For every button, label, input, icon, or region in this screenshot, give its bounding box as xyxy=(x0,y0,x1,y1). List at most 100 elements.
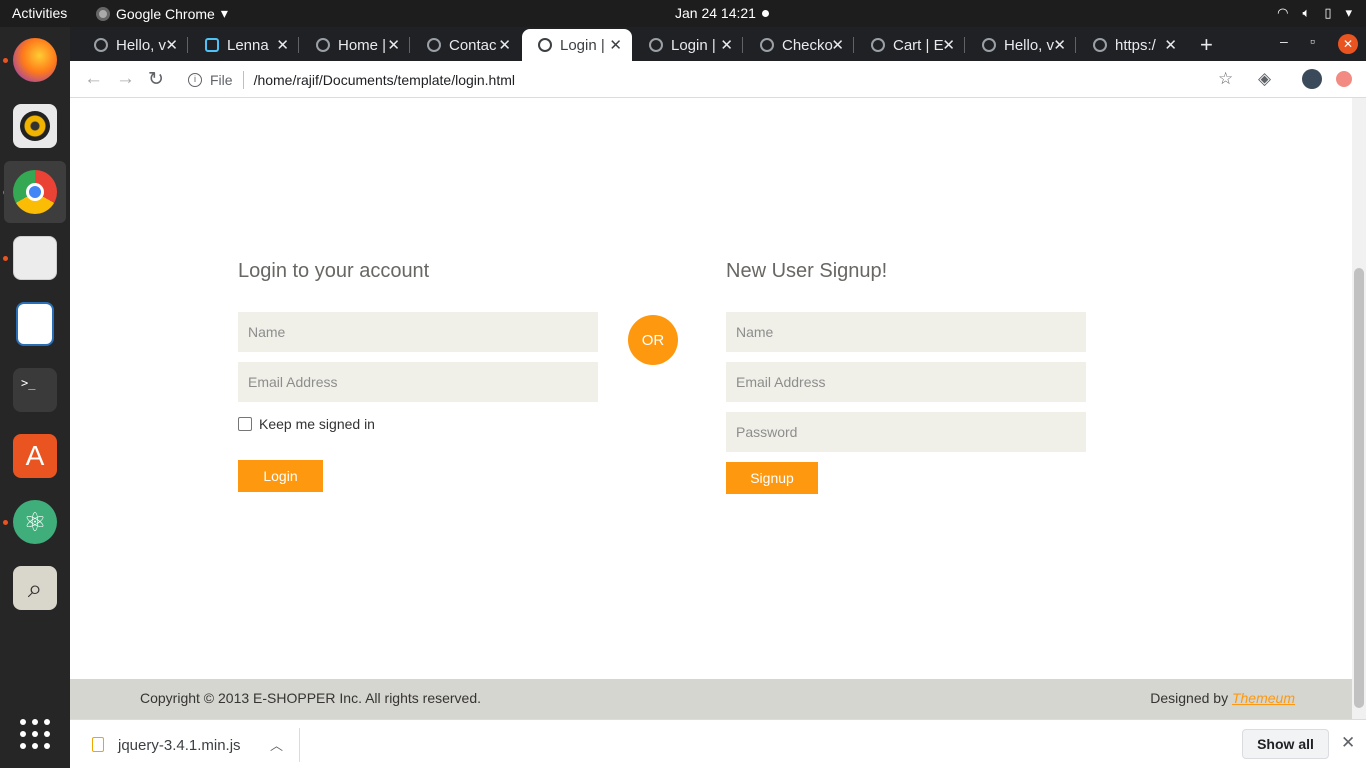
profile-avatar[interactable] xyxy=(1302,69,1322,89)
signup-email-input[interactable] xyxy=(726,362,1086,402)
browser-toolbar: ← → ↻ i File /home/rajif/Documents/templ… xyxy=(70,61,1366,98)
close-icon[interactable]: ✕ xyxy=(942,36,955,54)
writer-launcher[interactable] xyxy=(4,293,66,355)
globe-icon xyxy=(316,38,330,52)
close-icon[interactable]: ✕ xyxy=(1053,36,1066,54)
download-shelf: jquery-3.4.1.min.js ︿ Show all ✕ xyxy=(70,719,1366,768)
page-scrollbar[interactable] xyxy=(1352,98,1366,719)
close-icon[interactable]: ✕ xyxy=(276,36,289,54)
notification-dot-icon xyxy=(761,9,769,17)
close-icon[interactable]: ✕ xyxy=(165,36,178,54)
globe-icon xyxy=(760,38,774,52)
designed-by-label: Designed by xyxy=(1150,690,1232,706)
download-filename[interactable]: jquery-3.4.1.min.js xyxy=(118,737,241,754)
login-button[interactable]: Login xyxy=(238,460,323,492)
or-badge: OR xyxy=(628,315,678,365)
browser-tab[interactable]: https:/ ✕ xyxy=(1077,29,1187,61)
show-applications-button[interactable] xyxy=(4,703,66,765)
system-tray[interactable]: ◠ 🔈︎ ▯ ▾ xyxy=(1277,5,1352,21)
browser-tab[interactable]: Login | ✕ xyxy=(633,29,743,61)
address-bar[interactable]: i File /home/rajif/Documents/template/lo… xyxy=(180,65,1230,94)
close-icon[interactable]: ✕ xyxy=(1164,36,1177,54)
rhythmbox-launcher[interactable] xyxy=(4,95,66,157)
close-icon[interactable]: ✕ xyxy=(609,36,622,54)
url-text[interactable]: /home/rajif/Documents/template/login.htm… xyxy=(254,72,515,88)
terminal-launcher[interactable]: >_ xyxy=(4,359,66,421)
browser-tab[interactable]: Contac ✕ xyxy=(411,29,521,61)
window-close-button[interactable]: ✕ xyxy=(1338,34,1358,54)
clock[interactable]: Jan 24 14:21 xyxy=(675,5,769,21)
close-icon[interactable]: ✕ xyxy=(831,36,844,54)
maximize-button[interactable]: ▫ xyxy=(1310,33,1315,49)
chevron-up-icon[interactable]: ︿ xyxy=(270,735,283,754)
browser-tab[interactable]: Hello, v ✕ xyxy=(78,29,188,61)
keep-signed-in-checkbox[interactable] xyxy=(238,417,252,431)
browser-tab-active[interactable]: Login | ✕ xyxy=(522,29,632,61)
magnifier-icon: ⌕ xyxy=(13,566,57,610)
firefox-launcher[interactable] xyxy=(4,29,66,91)
files-launcher[interactable] xyxy=(4,227,66,289)
login-name-input[interactable] xyxy=(238,312,598,352)
globe-icon xyxy=(538,38,552,52)
themeum-link[interactable]: Themeum xyxy=(1232,690,1295,706)
close-icon[interactable]: ✕ xyxy=(498,36,511,54)
chevron-down-icon: ▾ xyxy=(1345,5,1352,20)
file-icon xyxy=(92,737,104,752)
volume-icon: 🔈︎ xyxy=(1302,5,1311,20)
designed-by: Designed by Themeum xyxy=(1150,690,1295,706)
folder-icon xyxy=(13,236,57,280)
login-email-input[interactable] xyxy=(238,362,598,402)
update-icon[interactable] xyxy=(1336,71,1352,87)
minimize-button[interactable]: – xyxy=(1280,33,1288,49)
tab-strip: Hello, v ✕ Lenna ✕ Home | ✕ Contac ✕ Log… xyxy=(70,27,1366,61)
copyright-text: Copyright © 2013 E-SHOPPER Inc. All righ… xyxy=(140,690,482,706)
scrollbar-thumb[interactable] xyxy=(1354,268,1364,708)
new-tab-button[interactable]: + xyxy=(1200,32,1213,58)
keep-signed-in-row[interactable]: Keep me signed in xyxy=(238,416,375,432)
chrome-icon xyxy=(96,6,110,21)
dock: >_ A ⚛ ⌕ xyxy=(0,27,70,768)
bookmark-star-icon[interactable]: ☆ xyxy=(1218,69,1233,89)
globe-icon xyxy=(94,38,108,52)
atom-launcher[interactable]: ⚛ xyxy=(4,491,66,553)
chrome-launcher[interactable] xyxy=(4,161,66,223)
extension-icon[interactable]: ◈ xyxy=(1258,69,1271,89)
atom-icon: ⚛ xyxy=(13,500,57,544)
chrome-icon xyxy=(13,170,57,214)
globe-icon xyxy=(1093,38,1107,52)
keep-signed-in-label: Keep me signed in xyxy=(259,416,375,432)
browser-tab[interactable]: Hello, v ✕ xyxy=(966,29,1076,61)
globe-icon xyxy=(649,38,663,52)
activities-button[interactable]: Activities xyxy=(12,5,67,21)
app-menu-label: Google Chrome xyxy=(116,5,215,22)
rhythmbox-icon xyxy=(13,104,57,148)
browser-tab[interactable]: Checko ✕ xyxy=(744,29,854,61)
show-all-button[interactable]: Show all xyxy=(1242,729,1329,759)
signup-title: New User Signup! xyxy=(726,260,888,282)
forward-arrow-icon[interactable]: → xyxy=(116,68,135,90)
wifi-icon: ◠ xyxy=(1277,5,1289,20)
reload-icon[interactable]: ↻ xyxy=(148,68,164,91)
system-top-bar: Activities Google Chrome ▾ Jan 24 14:21 … xyxy=(0,0,1366,27)
battery-icon: ▯ xyxy=(1324,5,1332,20)
browser-tab[interactable]: Lenna ✕ xyxy=(189,29,299,61)
signup-button[interactable]: Signup xyxy=(726,462,818,494)
login-title: Login to your account xyxy=(238,260,430,282)
signup-password-input[interactable] xyxy=(726,412,1086,452)
software-launcher[interactable]: A xyxy=(4,425,66,487)
close-icon[interactable]: ✕ xyxy=(1341,733,1355,753)
browser-tab[interactable]: Home | ✕ xyxy=(300,29,410,61)
signup-name-input[interactable] xyxy=(726,312,1086,352)
app-menu[interactable]: Google Chrome ▾ xyxy=(96,5,228,22)
hexagon-icon xyxy=(205,38,219,52)
viewer-launcher[interactable]: ⌕ xyxy=(4,557,66,619)
globe-icon xyxy=(871,38,885,52)
globe-icon xyxy=(982,38,996,52)
grid-icon xyxy=(20,719,50,749)
back-arrow-icon[interactable]: ← xyxy=(84,68,103,90)
firefox-icon xyxy=(13,38,57,82)
browser-tab[interactable]: Cart | E ✕ xyxy=(855,29,965,61)
info-icon[interactable]: i xyxy=(188,72,202,87)
close-icon[interactable]: ✕ xyxy=(720,36,733,54)
close-icon[interactable]: ✕ xyxy=(387,36,400,54)
